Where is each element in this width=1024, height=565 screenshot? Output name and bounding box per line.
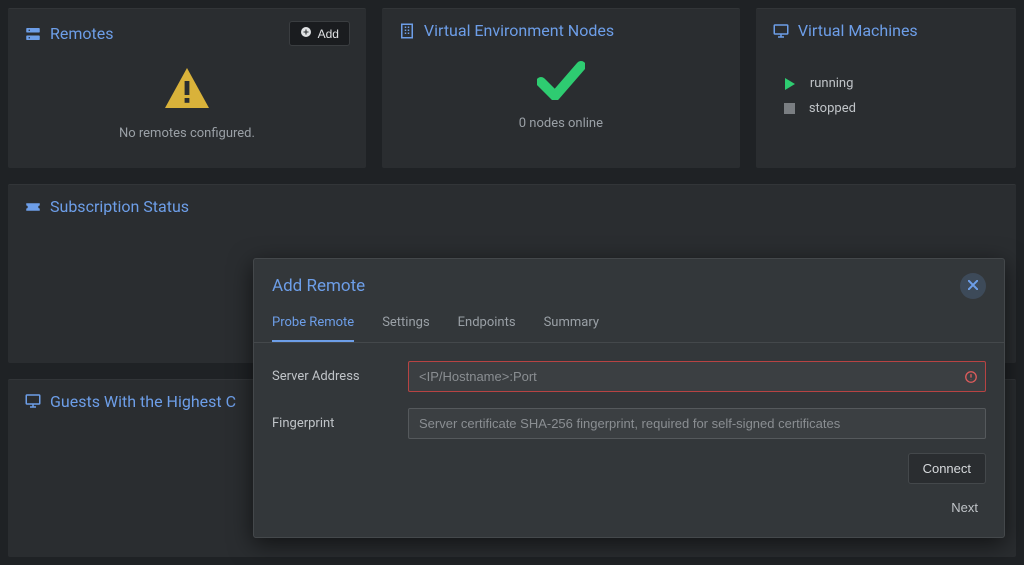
card-vms-title: Virtual Machines [798,21,918,40]
fingerprint-label: Fingerprint [272,416,392,431]
card-vms-header: Virtual Machines [772,21,1000,40]
tab-probe-remote[interactable]: Probe Remote [272,315,354,342]
modal-footer: Connect Next [254,447,1004,537]
play-icon [784,78,796,90]
close-icon [968,279,978,294]
server-address-input[interactable] [408,361,986,392]
tab-summary[interactable]: Summary [544,315,599,342]
card-vms-title-wrap: Virtual Machines [772,21,918,40]
vm-running-label: running [810,76,854,91]
remotes-empty-text: No remotes configured. [119,126,255,141]
card-remotes: Remotes Add No remotes configured. [8,8,366,168]
building-icon [398,22,416,40]
vm-stopped-item: stopped [784,101,1000,116]
card-guests-title: Guests With the Highest C [50,392,236,411]
card-nodes-body: 0 nodes online [398,52,724,131]
card-nodes-header: Virtual Environment Nodes [398,21,724,40]
form-row-fingerprint: Fingerprint [272,408,986,439]
card-subscription-title-wrap: Subscription Status [24,197,189,216]
next-button[interactable]: Next [943,494,986,521]
modal-title: Add Remote [272,276,365,296]
nodes-status-text: 0 nodes online [519,116,603,131]
vm-stopped-label: stopped [809,101,856,116]
modal-tabs: Probe Remote Settings Endpoints Summary [254,305,1004,343]
warning-icon [163,66,211,114]
card-vms: Virtual Machines running stopped [756,8,1016,168]
add-remote-label: Add [318,27,339,41]
card-nodes: Virtual Environment Nodes 0 nodes online [382,8,740,168]
error-icon [964,370,978,384]
modal-header: Add Remote [254,259,1004,305]
desktop-icon [772,22,790,40]
modal-body: Server Address Fingerprint [254,343,1004,447]
tab-settings[interactable]: Settings [382,315,429,342]
server-icon [24,25,42,43]
fingerprint-input[interactable] [408,408,986,439]
connect-button[interactable]: Connect [908,453,986,484]
ticket-icon [24,198,42,216]
card-remotes-header: Remotes Add [24,21,350,46]
card-nodes-title: Virtual Environment Nodes [424,21,614,40]
card-nodes-title-wrap: Virtual Environment Nodes [398,21,614,40]
desktop-icon [24,392,42,410]
modal-close-button[interactable] [960,273,986,299]
stop-icon [784,103,795,114]
form-row-server-address: Server Address [272,361,986,392]
card-remotes-title-wrap: Remotes [24,24,113,43]
card-remotes-title: Remotes [50,24,113,43]
fingerprint-input-wrap [408,408,986,439]
server-address-input-wrap [408,361,986,392]
server-address-label: Server Address [272,369,392,384]
plus-circle-icon [300,26,312,41]
vm-running-item: running [784,76,1000,91]
tab-endpoints[interactable]: Endpoints [458,315,516,342]
check-icon [537,60,585,104]
card-subscription-title: Subscription Status [50,197,189,216]
dashboard-row-top: Remotes Add No remotes configured. [8,8,1016,168]
card-remotes-body: No remotes configured. [24,58,350,141]
add-remote-button[interactable]: Add [289,21,350,46]
card-guests-title-wrap: Guests With the Highest C [24,392,236,411]
add-remote-modal: Add Remote Probe Remote Settings Endpoin… [253,258,1005,538]
vm-status-list: running stopped [772,52,1000,116]
card-subscription-header: Subscription Status [24,197,1000,216]
